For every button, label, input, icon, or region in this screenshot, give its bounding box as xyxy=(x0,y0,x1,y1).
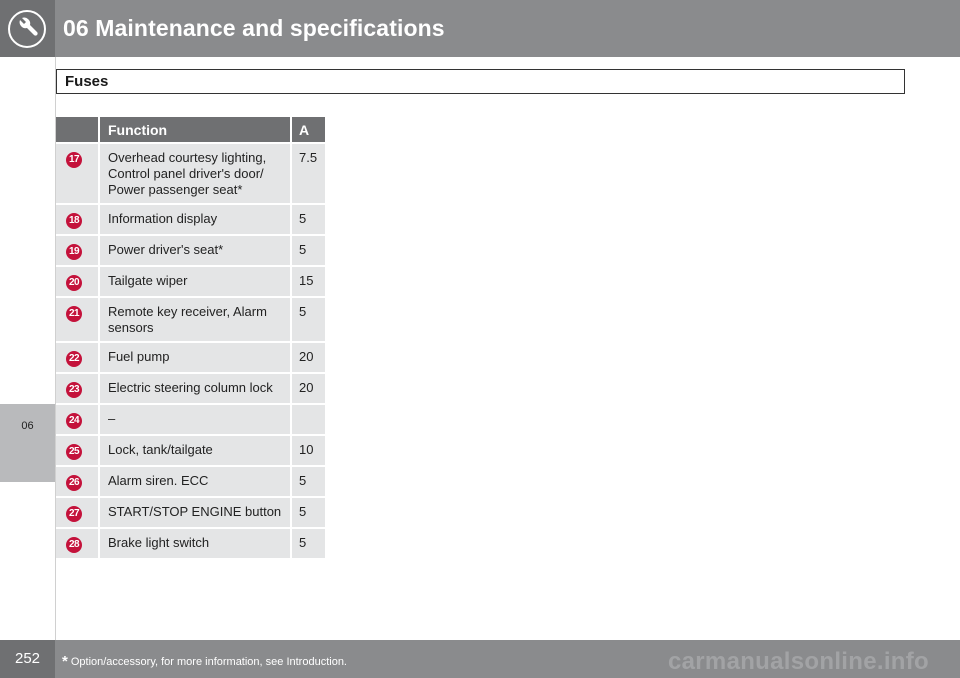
fuse-number-cell: 28 xyxy=(56,529,98,558)
table-row: 20 Tailgate wiper 15 xyxy=(56,267,326,296)
fuse-number-badge: 21 xyxy=(66,306,82,322)
chapter-icon-box xyxy=(0,0,55,57)
section-title: Fuses xyxy=(65,73,109,90)
fuse-number-badge: 17 xyxy=(66,152,82,168)
fuse-number-cell: 19 xyxy=(56,236,98,265)
chapter-header: 06 Maintenance and specifications xyxy=(0,0,960,57)
table-row: 19 Power driver's seat* 5 xyxy=(56,236,326,265)
fuse-function-cell: Overhead courtesy lighting, Control pane… xyxy=(98,144,290,203)
side-tab-label: 06 xyxy=(21,420,34,432)
fuse-function-cell: Electric steering column lock xyxy=(98,374,290,403)
fuse-function-cell: START/STOP ENGINE button xyxy=(98,498,290,527)
fuse-function-cell: Tailgate wiper xyxy=(98,267,290,296)
table-row: 26 Alarm siren. ECC 5 xyxy=(56,467,326,496)
fuse-number-cell: 20 xyxy=(56,267,98,296)
page-number: 252 xyxy=(0,640,55,678)
footnote: * Option/accessory, for more information,… xyxy=(62,652,347,670)
watermark: carmanualsonline.info xyxy=(668,648,930,675)
fuse-number-badge: 20 xyxy=(66,275,82,291)
fuse-table: Function A 17 Overhead courtesy lighting,… xyxy=(56,115,326,560)
fuse-number-cell: 27 xyxy=(56,498,98,527)
table-header-row: Function A xyxy=(56,117,326,142)
fuse-function-cell: Alarm siren. ECC xyxy=(98,467,290,496)
table-row: 17 Overhead courtesy lighting, Control pa… xyxy=(56,144,326,203)
table-row: 25 Lock, tank/tailgate 10 xyxy=(56,436,326,465)
fuse-number-cell: 26 xyxy=(56,467,98,496)
fuse-number-badge: 25 xyxy=(66,444,82,460)
fuse-function-cell: Remote key receiver, Alarm sensors xyxy=(98,298,290,341)
fuse-amperage-cell: 15 xyxy=(290,267,326,296)
footnote-text: Option/accessory, for more information, … xyxy=(70,656,347,668)
table-row: 23 Electric steering column lock 20 xyxy=(56,374,326,403)
fuse-number-badge: 23 xyxy=(66,382,82,398)
fuse-amperage-cell: 5 xyxy=(290,467,326,496)
fuse-amperage-cell: 20 xyxy=(290,374,326,403)
fuse-function-cell: – xyxy=(98,405,290,434)
fuse-number-cell: 24 xyxy=(56,405,98,434)
column-header-amperage: A xyxy=(290,117,326,142)
fuse-amperage-cell: 20 xyxy=(290,343,326,372)
wrench-icon xyxy=(8,10,46,48)
fuse-number-badge: 18 xyxy=(66,213,82,229)
column-header-number xyxy=(56,117,98,142)
table-row: 24– xyxy=(56,405,326,434)
chapter-side-tab[interactable]: 06 xyxy=(0,404,55,482)
fuse-table-body: 17 Overhead courtesy lighting, Control pa… xyxy=(56,144,326,558)
fuse-number-cell: 18 xyxy=(56,205,98,234)
fuse-function-cell: Fuel pump xyxy=(98,343,290,372)
fuse-number-badge: 24 xyxy=(66,413,82,429)
fuse-number-badge: 26 xyxy=(66,475,82,491)
fuse-number-badge: 27 xyxy=(66,506,82,522)
table-row: 27 START/STOP ENGINE button 5 xyxy=(56,498,326,527)
fuse-number-badge: 19 xyxy=(66,244,82,260)
fuse-number-cell: 23 xyxy=(56,374,98,403)
fuse-number-cell: 22 xyxy=(56,343,98,372)
section-header: Fuses xyxy=(56,69,905,94)
fuse-amperage-cell: 7.5 xyxy=(290,144,326,203)
fuse-number-cell: 25 xyxy=(56,436,98,465)
fuse-function-cell: Brake light switch xyxy=(98,529,290,558)
fuse-number-badge: 28 xyxy=(66,537,82,553)
fuse-amperage-cell xyxy=(290,405,326,434)
fuse-amperage-cell: 5 xyxy=(290,498,326,527)
footnote-mark: * xyxy=(62,653,68,670)
fuse-amperage-cell: 5 xyxy=(290,205,326,234)
column-header-function: Function xyxy=(98,117,290,142)
chapter-title: 06 Maintenance and specifications xyxy=(63,15,445,41)
table-row: 22 Fuel pump 20 xyxy=(56,343,326,372)
table-row: 18 Information display 5 xyxy=(56,205,326,234)
fuse-number-cell: 21 xyxy=(56,298,98,341)
fuse-number-cell: 17 xyxy=(56,144,98,203)
fuse-number-badge: 22 xyxy=(66,351,82,367)
fuse-amperage-cell: 5 xyxy=(290,298,326,341)
table-row: 21 Remote key receiver, Alarm sensors 5 xyxy=(56,298,326,341)
fuse-function-cell: Lock, tank/tailgate xyxy=(98,436,290,465)
fuse-amperage-cell: 5 xyxy=(290,529,326,558)
fuse-function-cell: Information display xyxy=(98,205,290,234)
table-row: 28 Brake light switch 5 xyxy=(56,529,326,558)
fuse-amperage-cell: 10 xyxy=(290,436,326,465)
fuse-amperage-cell: 5 xyxy=(290,236,326,265)
fuse-function-cell: Power driver's seat* xyxy=(98,236,290,265)
